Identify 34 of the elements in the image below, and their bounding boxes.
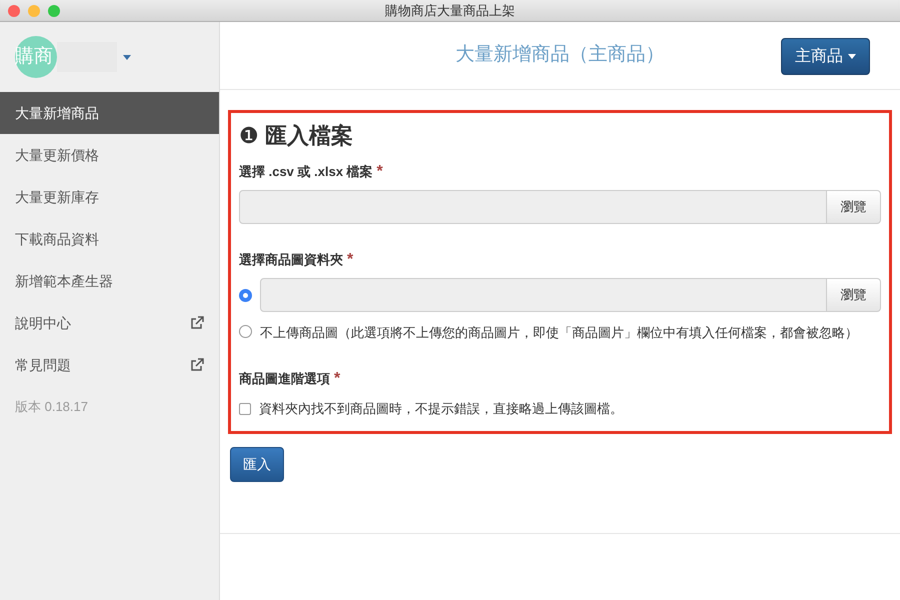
sidebar-item[interactable]: 大量新增商品 (0, 92, 219, 134)
field-label: 選擇商品圖資料夾 (239, 251, 343, 270)
required-mark: * (376, 162, 383, 182)
section-heading: 匯入檔案 (265, 122, 353, 150)
browse-button[interactable]: 瀏覽 (827, 190, 881, 224)
sidebar-item[interactable]: 常見問題 (0, 344, 219, 386)
radio-label: 不上傳商品圖（此選項將不上傳您的商品圖片，即使「商品圖片」欄位中有填入任何檔案，都會被忽略） (260, 324, 859, 342)
logo: 購商 (15, 36, 57, 78)
caret-icon (848, 54, 856, 59)
step-number-icon: ❶ (239, 118, 259, 152)
field-label: 商品圖進階選項 (239, 370, 330, 388)
version-label: 版本 0.18.17 (14, 398, 89, 416)
sidebar-item[interactable]: 大量更新庫存 (0, 176, 219, 218)
field-label: 選擇 .csv 或 .xlsx 檔案 (239, 163, 373, 182)
close-window-icon[interactable] (8, 5, 20, 17)
radio-button[interactable] (239, 325, 252, 338)
account-name-placeholder (57, 42, 117, 72)
sidebar-item[interactable]: 大量更新價格 (0, 134, 219, 176)
required-mark: * (347, 250, 354, 270)
sidebar-item[interactable]: 新增範本產生器 (0, 260, 219, 302)
checkbox-label: 資料夾內找不到商品圖時，不提示錯誤，直接略過上傳該圖檔。 (259, 400, 623, 418)
checkbox[interactable] (239, 402, 251, 415)
browse-button[interactable]: 瀏覽 (827, 278, 881, 312)
radio-button[interactable] (239, 288, 252, 302)
minimize-window-icon[interactable] (28, 5, 40, 17)
main-product-dropdown[interactable]: 主商品 (781, 38, 870, 75)
window-title: 購物商店大量商品上架 (385, 2, 515, 20)
caret-icon[interactable] (123, 54, 131, 60)
page-title: 大量新增商品（主商品） (456, 43, 664, 68)
maximize-window-icon[interactable] (48, 5, 60, 17)
sidebar-item[interactable]: 下載商品資料 (0, 218, 219, 260)
required-mark: * (334, 369, 340, 389)
sidebar-item[interactable]: 說明中心 (0, 302, 219, 344)
import-button[interactable]: 匯入 (230, 446, 284, 482)
